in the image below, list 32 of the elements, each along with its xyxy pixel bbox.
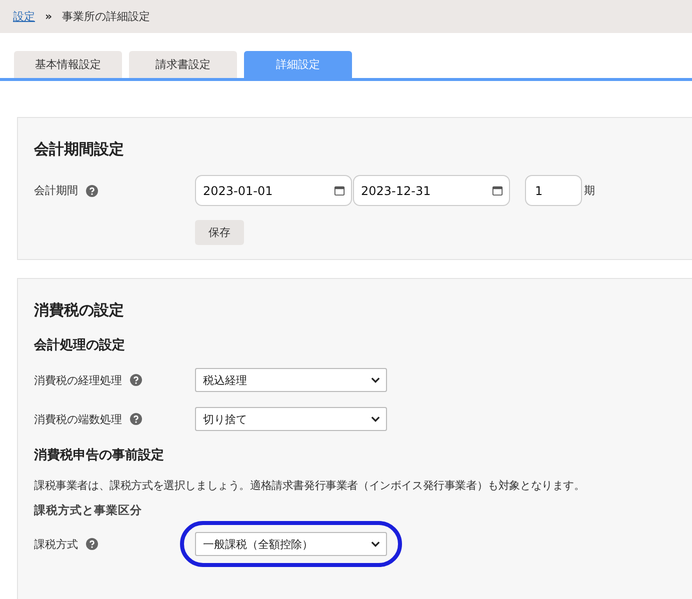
dropdown[interactable]: 一般課税（全額控除） — [195, 532, 387, 556]
calendar-icon[interactable] — [334, 185, 345, 196]
number-field[interactable]: 1 — [525, 175, 582, 206]
date-field[interactable]: 2023-01-01 — [195, 175, 352, 206]
section-heading: 会計処理の設定 — [34, 336, 126, 354]
field-label: 課税方式 — [34, 536, 78, 552]
tab[interactable]: 請求書設定 — [129, 51, 237, 78]
field-label: 消費税の端数処理 — [34, 412, 122, 426]
field-label: 消費税の経理処理 — [34, 372, 122, 388]
field-label: 会計期間 — [34, 183, 78, 198]
subsection-heading: 課税方式と事業区分 — [34, 503, 143, 518]
help-icon[interactable] — [86, 538, 98, 550]
breadcrumb-current: 事業所の詳細設定 — [62, 9, 150, 24]
section-heading: 消費税申告の事前設定 — [34, 446, 165, 464]
help-icon[interactable] — [130, 374, 142, 386]
chevron-down-icon — [371, 416, 380, 422]
help-icon[interactable] — [130, 413, 142, 425]
section-title: 会計期間設定 — [34, 140, 125, 159]
section-title: 消費税の設定 — [34, 301, 125, 320]
dropdown[interactable]: 税込経理 — [195, 368, 387, 392]
help-icon[interactable] — [86, 184, 98, 196]
date-field[interactable]: 2023-12-31 — [353, 175, 510, 206]
description-text: 課税事業者は、課税方式を選択しましょう。適格請求書発行事業者（インボイス発行事業者）も対象となります。 — [34, 478, 586, 493]
save-button[interactable]: 保存 — [195, 220, 244, 245]
tab[interactable]: 基本情報設定 — [14, 51, 122, 78]
breadcrumb-link[interactable]: 設定 — [13, 9, 35, 24]
chevron-down-icon — [371, 377, 380, 383]
dropdown[interactable]: 切り捨て — [195, 407, 387, 431]
unit-label: 期 — [584, 183, 595, 198]
chevron-down-icon — [371, 541, 380, 547]
breadcrumb-separator: » — [45, 10, 52, 23]
calendar-icon[interactable] — [492, 185, 503, 196]
